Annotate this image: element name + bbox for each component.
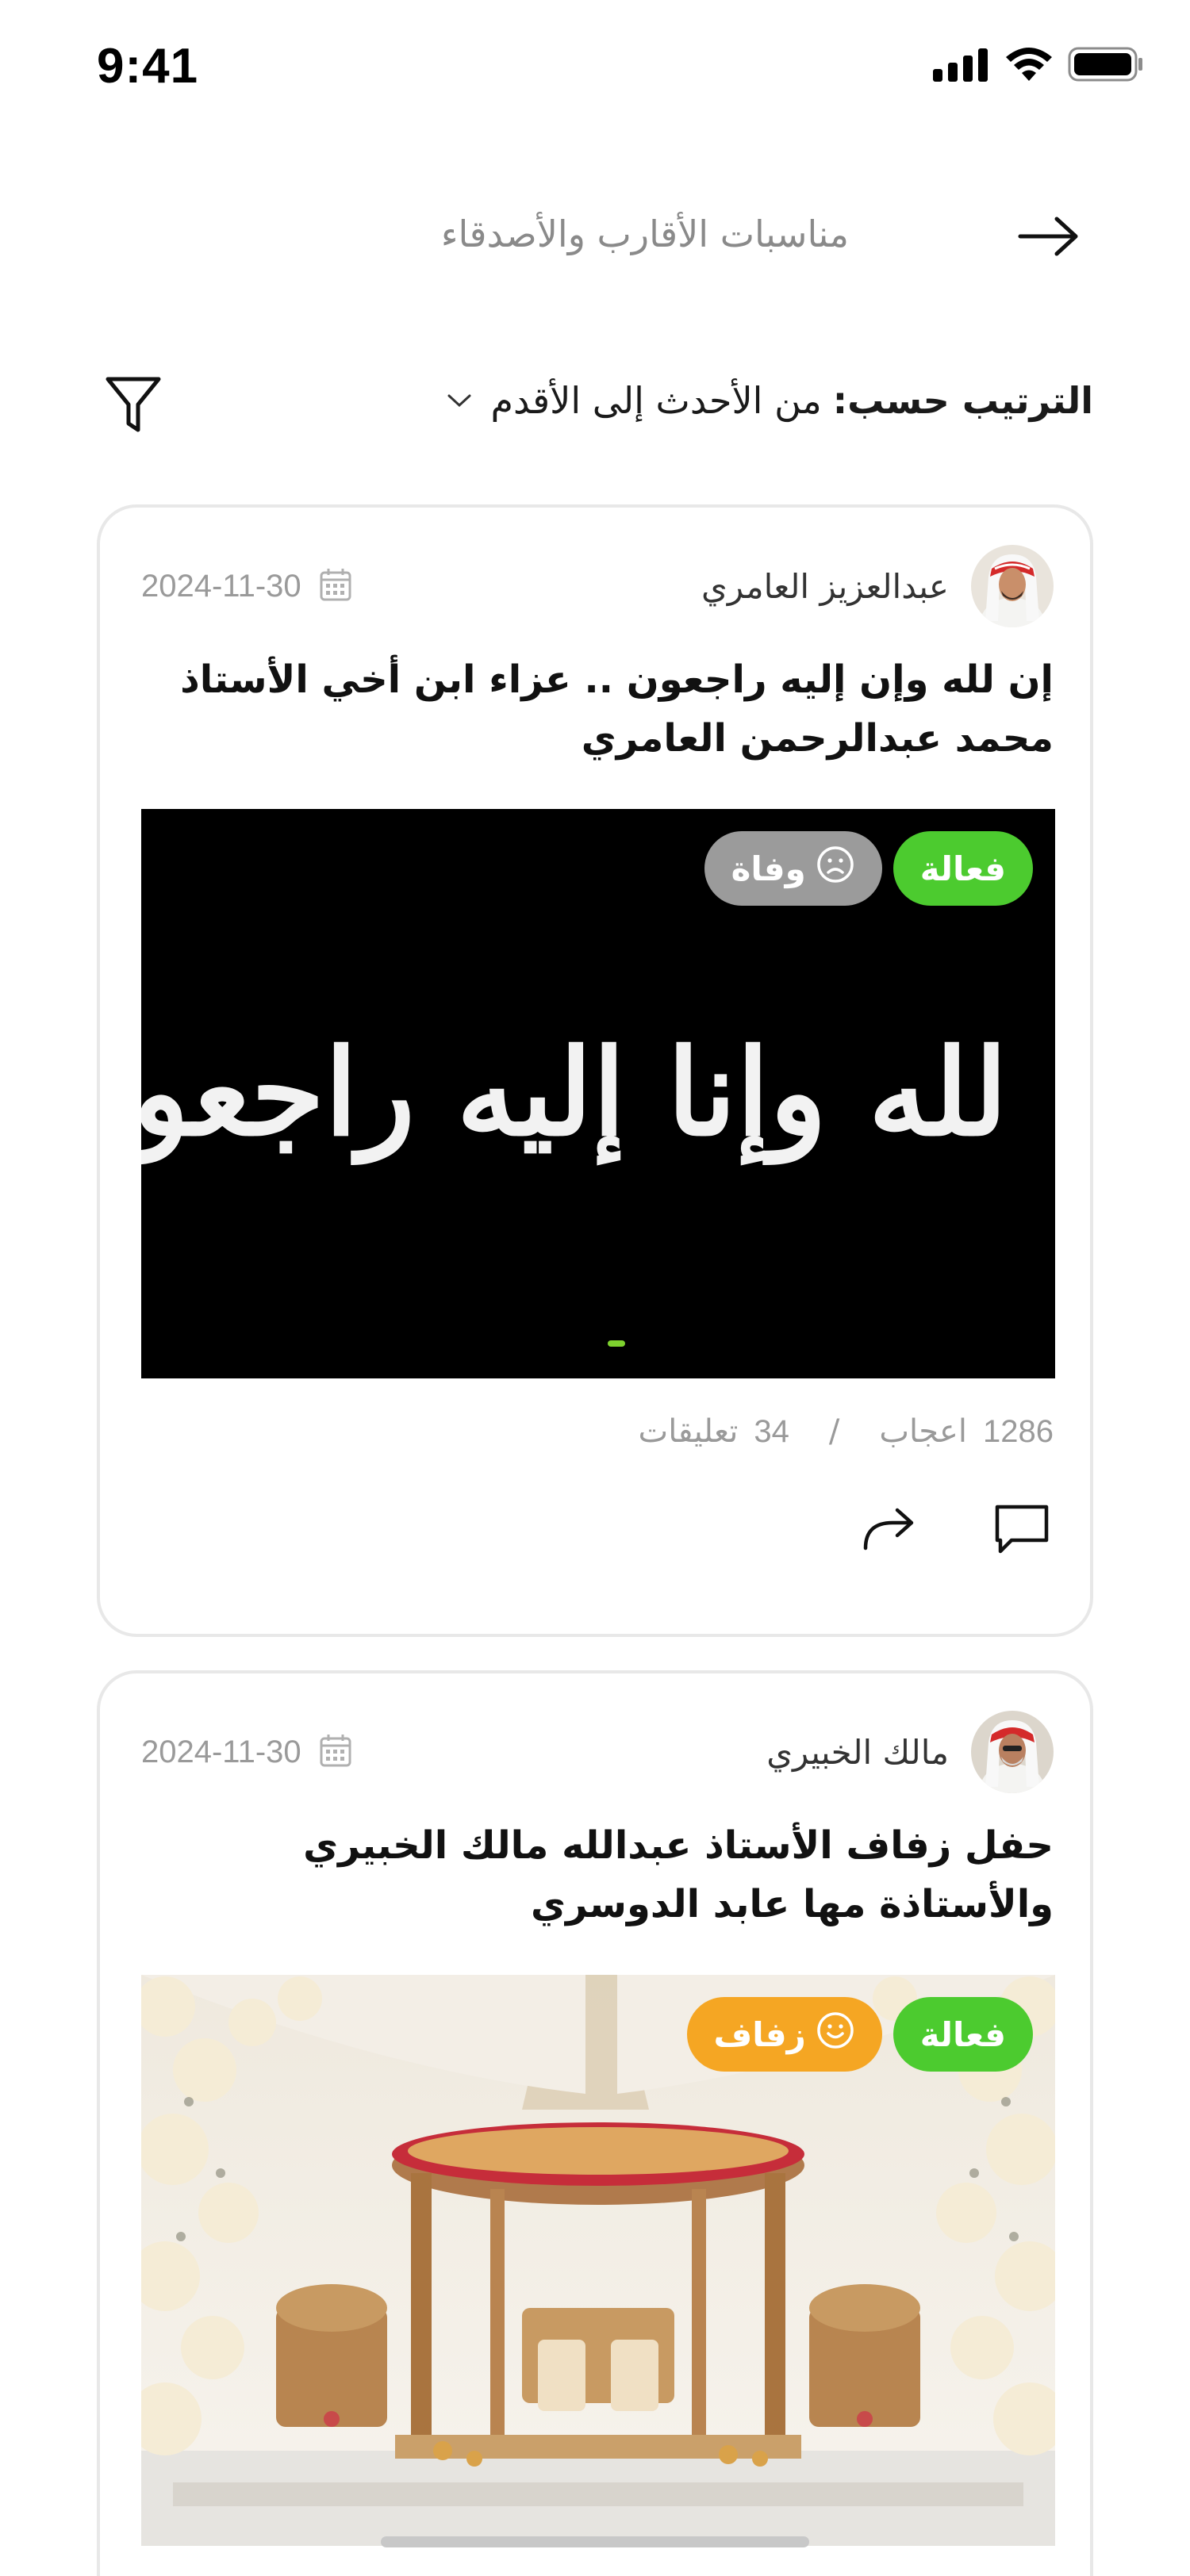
home-indicator — [381, 2536, 809, 2547]
image-text: إنا لله وإنا إليه راجعون — [141, 1023, 1055, 1166]
likes-count: 1286 — [983, 1413, 1054, 1449]
post-header: عبدالعزيز العامري 2024-11-30 — [141, 542, 1054, 630]
sort-value: من الأحدث إلى الأقدم — [490, 379, 822, 422]
status-time: 9:41 — [97, 39, 199, 94]
wifi-icon — [1004, 46, 1054, 86]
sort-dropdown[interactable]: الترتيب حسب: من الأحدث إلى الأقدم — [447, 379, 1093, 422]
comments-label: تعليقات — [638, 1413, 739, 1450]
date-text: 2024-11-30 — [141, 568, 301, 604]
type-badge: وفاة — [704, 831, 882, 906]
status-badge-label: فعالة — [919, 849, 1006, 888]
post-date: 2024-11-30 — [141, 567, 352, 605]
comment-icon — [994, 1504, 1050, 1558]
calendar-icon — [319, 1733, 352, 1771]
smile-face-icon — [816, 2011, 855, 2058]
battery-icon — [1068, 46, 1144, 86]
back-arrow-icon — [1017, 214, 1081, 262]
post-badges: فعالة وفاة — [704, 831, 1033, 906]
calendar-icon — [319, 567, 352, 605]
post-actions — [857, 1499, 1054, 1562]
post-card[interactable]: عبدالعزيز العامري 2024-11-30 إن لله وإن … — [97, 504, 1093, 1637]
post-title: إن لله وإن إليه راجعون .. عزاء ابن أخي ا… — [180, 657, 1054, 761]
stats-separator: / — [828, 1413, 840, 1450]
avatar[interactable] — [971, 545, 1054, 627]
type-badge-label: زفاف — [713, 2014, 806, 2054]
author-name: مالك الخبيري — [766, 1732, 949, 1772]
image-pager-dot — [608, 1340, 625, 1347]
filter-button[interactable] — [102, 374, 165, 438]
author-name: عبدالعزيز العامري — [701, 566, 949, 606]
post-date: 2024-11-30 — [141, 1733, 352, 1771]
comment-button[interactable] — [990, 1499, 1054, 1562]
post-header: مالك الخبيري 2024-11-30 — [141, 1708, 1054, 1796]
status-badge: فعالة — [892, 1997, 1033, 2072]
signal-icon — [933, 47, 990, 85]
page-title: مناسبات الأقارب والأصدقاء — [440, 213, 849, 255]
post-card[interactable]: مالك الخبيري 2024-11-30 حفل زفاف الأستاذ… — [97, 1670, 1093, 2576]
sad-face-icon — [816, 845, 855, 892]
post-author[interactable]: عبدالعزيز العامري — [701, 545, 1054, 627]
sort-label: الترتيب حسب: — [832, 379, 1093, 422]
post-stats: 1286 اعجاب / 34 تعليقات — [639, 1413, 1054, 1450]
share-button[interactable] — [857, 1499, 920, 1562]
status-badge: فعالة — [892, 831, 1033, 906]
post-badges: فعالة زفاف — [686, 1997, 1033, 2072]
likes-label: اعجاب — [879, 1413, 968, 1450]
post-author[interactable]: مالك الخبيري — [766, 1711, 1054, 1793]
type-badge: زفاف — [686, 1997, 882, 2072]
comments-count: 34 — [754, 1413, 789, 1449]
date-text: 2024-11-30 — [141, 1734, 301, 1769]
post-image[interactable]: فعالة زفاف — [141, 1975, 1055, 2546]
post-image[interactable]: إنا لله وإنا إليه راجعون فعالة وفاة — [141, 809, 1055, 1378]
status-icons — [933, 46, 1144, 86]
filter-icon — [105, 374, 162, 438]
avatar[interactable] — [971, 1711, 1054, 1793]
type-badge-label: وفاة — [731, 849, 806, 888]
status-bar: 9:41 — [0, 0, 1190, 135]
post-title: حفل زفاف الأستاذ عبدالله مالك الخبيري وا… — [303, 1823, 1054, 1926]
back-button[interactable] — [1015, 213, 1082, 263]
status-badge-label: فعالة — [919, 2014, 1006, 2054]
share-icon — [861, 1505, 916, 1556]
chevron-down-icon — [447, 393, 472, 408]
